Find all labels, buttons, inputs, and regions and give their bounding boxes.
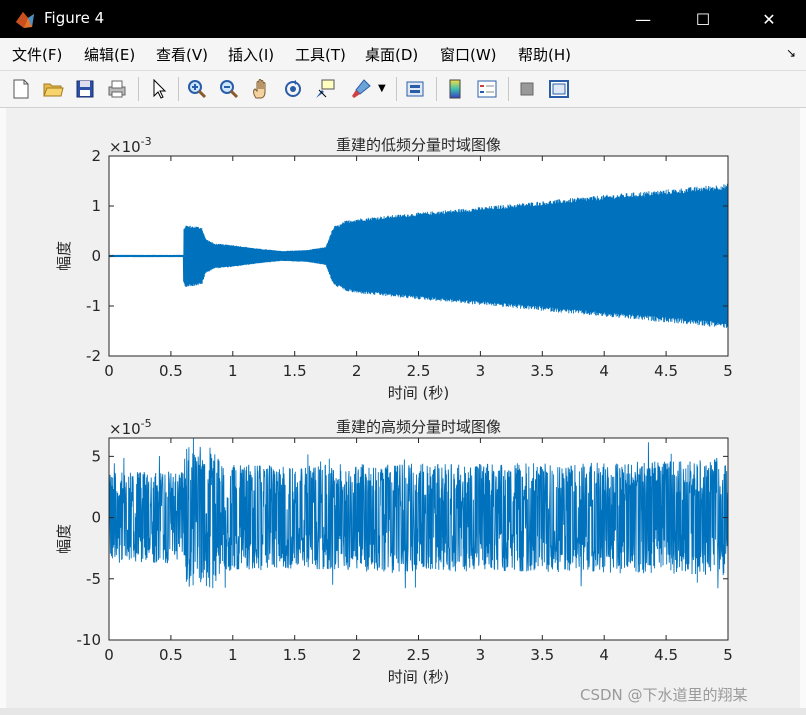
x-tick-label: 1.5 — [283, 646, 307, 664]
menu-view[interactable]: 查看(V) — [156, 44, 208, 65]
new-figure-icon[interactable] — [10, 78, 32, 100]
window-title: Figure 4 — [44, 9, 105, 27]
figure-toolbar: ▼ — [0, 71, 806, 108]
maximize-icon: ☐ — [695, 9, 711, 29]
print-icon[interactable] — [106, 78, 128, 100]
x-tick-label: 3.5 — [530, 646, 554, 664]
y-tick-label: -5 — [86, 570, 101, 588]
legend-icon[interactable] — [476, 78, 498, 100]
x-tick-label: 0 — [104, 362, 114, 380]
menu-desktop[interactable]: 桌面(D) — [365, 44, 418, 65]
x-tick-label: 1 — [228, 362, 238, 380]
menu-help[interactable]: 帮助(H) — [518, 44, 571, 65]
x-tick-label: 4 — [599, 362, 609, 380]
link-plot-icon[interactable] — [404, 78, 426, 100]
y-exponent-label: ×10-5 — [109, 417, 152, 438]
y-tick-label: 1 — [91, 197, 101, 215]
x-tick-label: 4.5 — [654, 646, 678, 664]
menu-tools[interactable]: 工具(T) — [295, 44, 346, 65]
x-tick-label: 2.5 — [407, 362, 431, 380]
x-axis-label: 时间 (秒) — [388, 384, 449, 402]
x-tick-label: 4.5 — [654, 362, 678, 380]
menu-insert[interactable]: 插入(I) — [228, 44, 274, 65]
toolbar-separator — [178, 77, 179, 101]
colorbar-icon[interactable] — [444, 78, 466, 100]
menu-file[interactable]: 文件(F) — [12, 44, 62, 65]
y-tick-label: -10 — [77, 631, 102, 649]
close-icon: ✕ — [762, 9, 776, 29]
x-tick-label: 2 — [352, 646, 362, 664]
toolbar-separator — [508, 77, 509, 101]
chart-title-2: 重建的高频分量时域图像 — [336, 418, 501, 436]
data-cursor-icon[interactable] — [314, 78, 336, 100]
toolbar-separator — [436, 77, 437, 101]
y-tick-label: 0 — [91, 247, 101, 265]
x-tick-label: 4 — [599, 646, 609, 664]
hide-plot-tools-icon[interactable] — [516, 78, 538, 100]
figure-canvas[interactable]: 0 0.5 1 1.5 2 2.5 3 3.5 4 4.5 5 2 1 0 -1 -2 重建的低频分量时域图像 ×… — [6, 108, 800, 708]
x-tick-label: 0.5 — [159, 646, 183, 664]
toolbar-separator — [138, 77, 139, 101]
menu-bar: 文件(F) 编辑(E) 查看(V) 插入(I) 工具(T) 桌面(D) 窗口(W… — [0, 38, 806, 71]
y-axis-label: 幅度 — [55, 241, 73, 271]
x-tick-label: 2 — [352, 362, 362, 380]
show-plot-tools-icon[interactable] — [548, 78, 570, 100]
y-tick-label: 5 — [91, 447, 101, 465]
y-tick-label: 2 — [91, 147, 101, 165]
x-tick-label: 2.5 — [407, 646, 431, 664]
rotate-3d-icon[interactable] — [282, 78, 304, 100]
x-tick-label: 1 — [228, 646, 238, 664]
watermark-text: CSDN @下水道里的翔某 — [580, 686, 748, 704]
x-tick-label: 0 — [104, 646, 114, 664]
y-tick-label: -1 — [86, 297, 101, 315]
save-icon[interactable] — [74, 78, 96, 100]
chart-title-1: 重建的低频分量时域图像 — [336, 136, 501, 154]
y-axis-label: 幅度 — [55, 524, 73, 554]
window-right-edge — [800, 108, 806, 708]
brush-icon[interactable] — [350, 78, 372, 100]
maximize-button[interactable]: ☐ — [680, 0, 726, 38]
matlab-logo-icon — [16, 12, 34, 28]
x-tick-label: 0.5 — [159, 362, 183, 380]
toolbar-separator — [396, 77, 397, 101]
window-titlebar: Figure 4 — ☐ ✕ — [0, 0, 806, 38]
x-tick-label: 3.5 — [530, 362, 554, 380]
open-file-icon[interactable] — [42, 78, 64, 100]
x-axis-label: 时间 (秒) — [388, 668, 449, 686]
pan-hand-icon[interactable] — [250, 78, 272, 100]
x-tick-label: 1.5 — [283, 362, 307, 380]
x-tick-label: 3 — [476, 362, 486, 380]
y-exponent-label: ×10-3 — [109, 135, 152, 156]
zoom-out-icon[interactable] — [218, 78, 240, 100]
window-bottom-edge — [0, 708, 806, 715]
minimize-button[interactable]: — — [620, 0, 666, 38]
x-tick-label: 5 — [723, 362, 733, 380]
menu-overflow-icon[interactable]: ↘ — [786, 46, 796, 60]
x-tick-label: 5 — [723, 646, 733, 664]
x-tick-label: 3 — [476, 646, 486, 664]
pointer-icon[interactable] — [148, 78, 170, 100]
y-tick-label: 0 — [91, 509, 101, 527]
menu-window[interactable]: 窗口(W) — [440, 44, 497, 65]
menu-edit[interactable]: 编辑(E) — [84, 44, 135, 65]
y-tick-label: -2 — [86, 347, 101, 365]
close-button[interactable]: ✕ — [746, 0, 792, 38]
minimize-icon: — — [635, 9, 651, 29]
zoom-in-icon[interactable] — [186, 78, 208, 100]
figure-plots: 0 0.5 1 1.5 2 2.5 3 3.5 4 4.5 5 2 1 0 -1 -2 重建的低频分量时域图像 ×… — [55, 135, 733, 686]
